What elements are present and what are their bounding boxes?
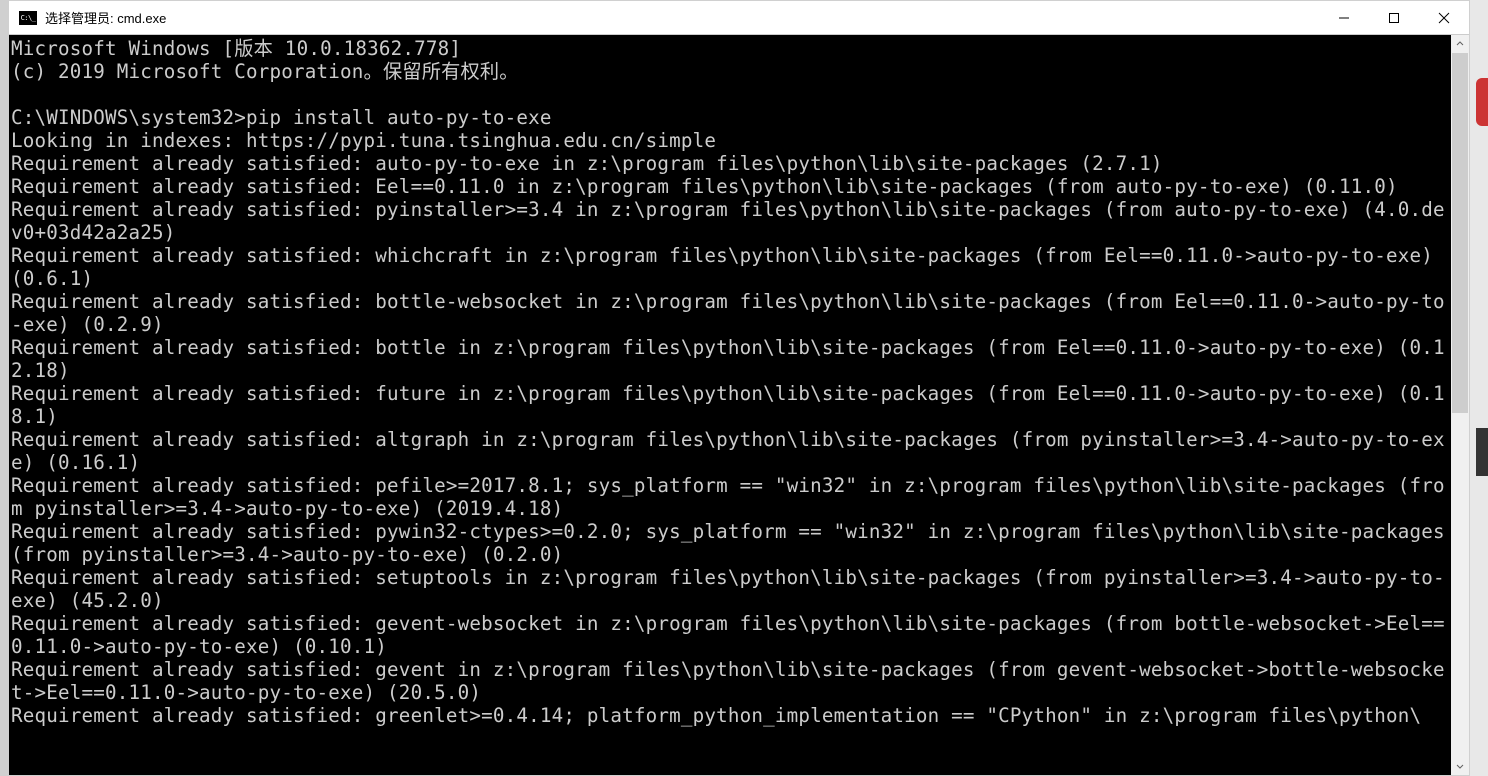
close-icon — [1438, 12, 1450, 24]
cmd-window: 选择管理员: cmd.exe Microsoft Windows [版本 10.… — [8, 0, 1470, 776]
scroll-up-button[interactable] — [1451, 35, 1469, 53]
window-controls — [1319, 1, 1469, 34]
terminal-output[interactable]: Microsoft Windows [版本 10.0.18362.778] (c… — [9, 35, 1451, 775]
right-marker-red — [1476, 78, 1488, 126]
minimize-button[interactable] — [1319, 1, 1369, 34]
terminal-area: Microsoft Windows [版本 10.0.18362.778] (c… — [9, 35, 1469, 775]
right-marker-dark — [1476, 428, 1488, 476]
titlebar[interactable]: 选择管理员: cmd.exe — [9, 1, 1469, 35]
maximize-icon — [1388, 12, 1400, 24]
chevron-down-icon — [1456, 762, 1464, 770]
minimize-icon — [1338, 12, 1350, 24]
scroll-down-button[interactable] — [1451, 757, 1469, 775]
scroll-thumb[interactable] — [1452, 53, 1468, 413]
chevron-up-icon — [1456, 40, 1464, 48]
cmd-icon — [19, 11, 37, 25]
scrollbar[interactable] — [1451, 35, 1469, 775]
window-title: 选择管理员: cmd.exe — [45, 8, 1319, 27]
maximize-button[interactable] — [1369, 1, 1419, 34]
close-button[interactable] — [1419, 1, 1469, 34]
